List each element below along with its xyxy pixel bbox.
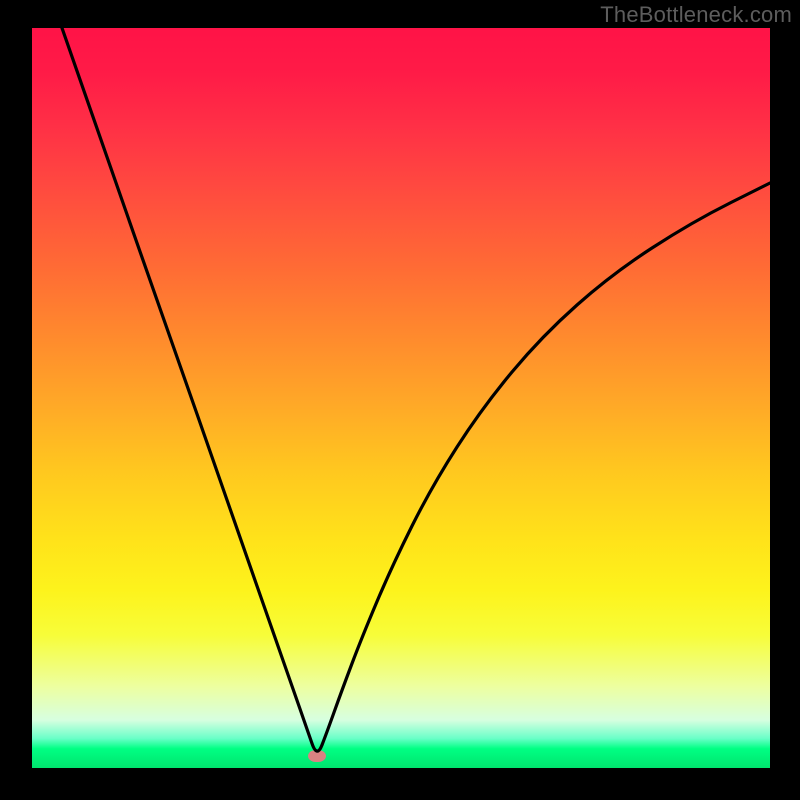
bottleneck-curve [32,28,770,768]
chart-container: TheBottleneck.com [0,0,800,800]
plot-area [32,28,770,768]
watermark-text: TheBottleneck.com [600,2,792,28]
